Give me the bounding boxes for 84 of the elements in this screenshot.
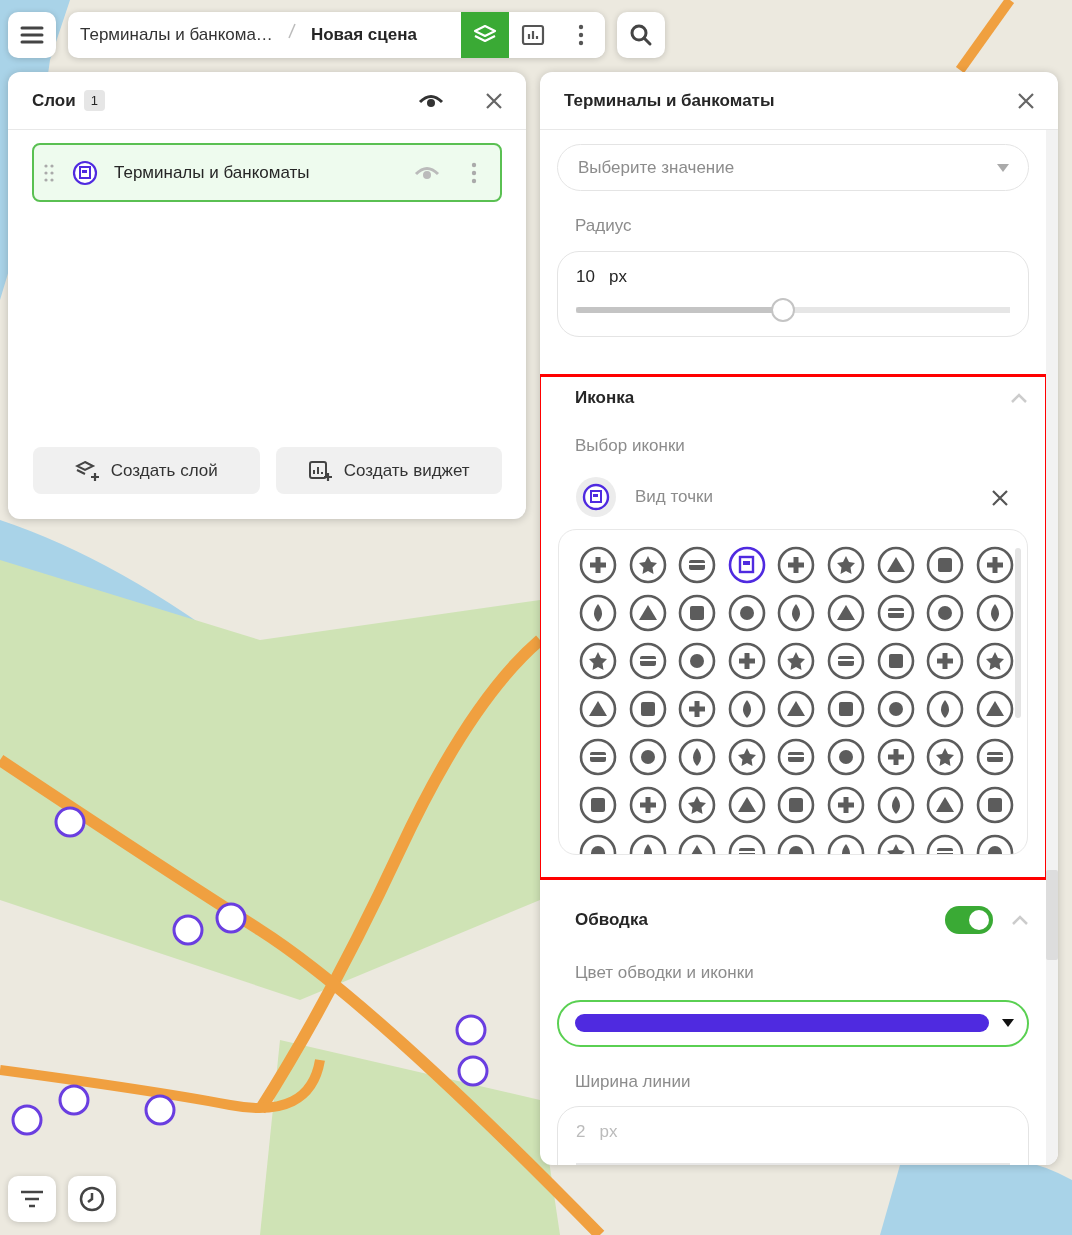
plus-icon[interactable]: [678, 690, 717, 728]
breadcrumb-link[interactable]: Терминалы и банкома…: [80, 22, 273, 48]
widget-add-icon: [307, 458, 334, 483]
scrollbar-thumb[interactable]: [1015, 548, 1021, 718]
layer-add-icon: [74, 458, 101, 483]
drop-icon[interactable]: [975, 594, 1014, 632]
bar-icon[interactable]: [678, 546, 717, 584]
filter-button[interactable]: [8, 1176, 56, 1222]
color-select[interactable]: [557, 999, 1029, 1047]
dot-icon[interactable]: [727, 594, 766, 632]
dot-icon[interactable]: [826, 738, 865, 776]
field-label: Ширина линии: [575, 1070, 692, 1093]
dot-icon[interactable]: [876, 690, 915, 728]
menu-button[interactable]: [8, 12, 56, 58]
layer-item[interactable]: Терминалы и банкоматы: [32, 143, 502, 202]
drop-icon[interactable]: [579, 594, 617, 632]
field-label: Радиус: [575, 215, 633, 237]
map-pin[interactable]: [215, 902, 247, 934]
drop-icon[interactable]: [876, 786, 915, 824]
bar-icon[interactable]: [975, 738, 1014, 776]
map-pin[interactable]: [54, 806, 86, 838]
scrollbar-thumb[interactable]: [1046, 870, 1058, 960]
filter-icon: [19, 1189, 45, 1209]
section-title: Обводка: [575, 909, 649, 932]
bar-icon[interactable]: [777, 738, 816, 776]
bar-icon[interactable]: [876, 594, 915, 632]
clock-icon: [78, 1185, 106, 1213]
search-button[interactable]: [617, 12, 665, 58]
eye-icon[interactable]: [418, 92, 444, 109]
map-pin[interactable]: [11, 1104, 43, 1136]
scene-title: Новая сцена: [310, 24, 417, 47]
value-text: 2: [576, 1122, 586, 1141]
field-label: Выбор иконки: [575, 434, 686, 457]
clear-icon[interactable]: [990, 488, 1008, 506]
map-pin[interactable]: [144, 1094, 176, 1126]
close-icon[interactable]: [1016, 90, 1036, 111]
unit-text: px: [599, 1122, 618, 1141]
bar-icon[interactable]: [826, 642, 865, 680]
bar-icon[interactable]: [579, 738, 617, 776]
close-icon[interactable]: [484, 90, 504, 111]
chart-icon: [521, 23, 545, 47]
plus-icon[interactable]: [727, 642, 766, 680]
create-widget-button[interactable]: Создать виджет: [275, 447, 502, 494]
slider-thumb[interactable]: [770, 298, 795, 322]
history-button[interactable]: [68, 1176, 116, 1222]
unit-text: px: [608, 266, 627, 286]
drop-icon[interactable]: [777, 594, 816, 632]
panel-title: Терминалы и банкоматы: [564, 89, 776, 112]
plus-icon[interactable]: [876, 738, 915, 776]
map-pin[interactable]: [457, 1055, 489, 1087]
map-pin[interactable]: [455, 1014, 487, 1046]
plus-icon[interactable]: [926, 642, 965, 680]
slider-field[interactable]: 10 px: [557, 250, 1029, 337]
count-badge: 1: [83, 89, 105, 112]
drop-icon[interactable]: [727, 690, 766, 728]
chosen-icon-name: Вид точки: [635, 486, 714, 509]
layer-name: Терминалы и банкоматы: [114, 161, 311, 184]
map-pin[interactable]: [58, 1084, 90, 1116]
panel-title: Слои: [32, 89, 76, 112]
bar-icon[interactable]: [628, 642, 667, 680]
dot-icon[interactable]: [628, 738, 667, 776]
section-title: Иконка: [575, 387, 636, 409]
dropdown-caret-icon: [1001, 1018, 1015, 1028]
plus-icon[interactable]: [826, 786, 865, 824]
more-icon: [577, 23, 585, 47]
map-pin[interactable]: [172, 914, 204, 946]
terminal-icon[interactable]: [727, 546, 766, 584]
terminal-icon: [72, 159, 98, 186]
plus-icon[interactable]: [628, 786, 667, 824]
plus-icon[interactable]: [579, 546, 617, 584]
drop-icon[interactable]: [926, 690, 965, 728]
dropdown-caret-icon: [996, 162, 1010, 173]
field-label: Цвет обводки и иконки: [575, 962, 755, 984]
drag-handle-icon[interactable]: [44, 163, 54, 182]
value-text: 10: [576, 266, 595, 286]
slash-icon: [286, 22, 297, 41]
plus-icon[interactable]: [975, 546, 1014, 584]
terminal-icon: [575, 476, 617, 518]
dot-icon[interactable]: [926, 594, 965, 632]
chart-button[interactable]: [509, 12, 557, 58]
create-layer-button[interactable]: Создать слой: [33, 447, 260, 494]
drop-icon[interactable]: [678, 738, 717, 776]
plus-icon[interactable]: [777, 546, 816, 584]
dot-icon[interactable]: [678, 642, 717, 680]
